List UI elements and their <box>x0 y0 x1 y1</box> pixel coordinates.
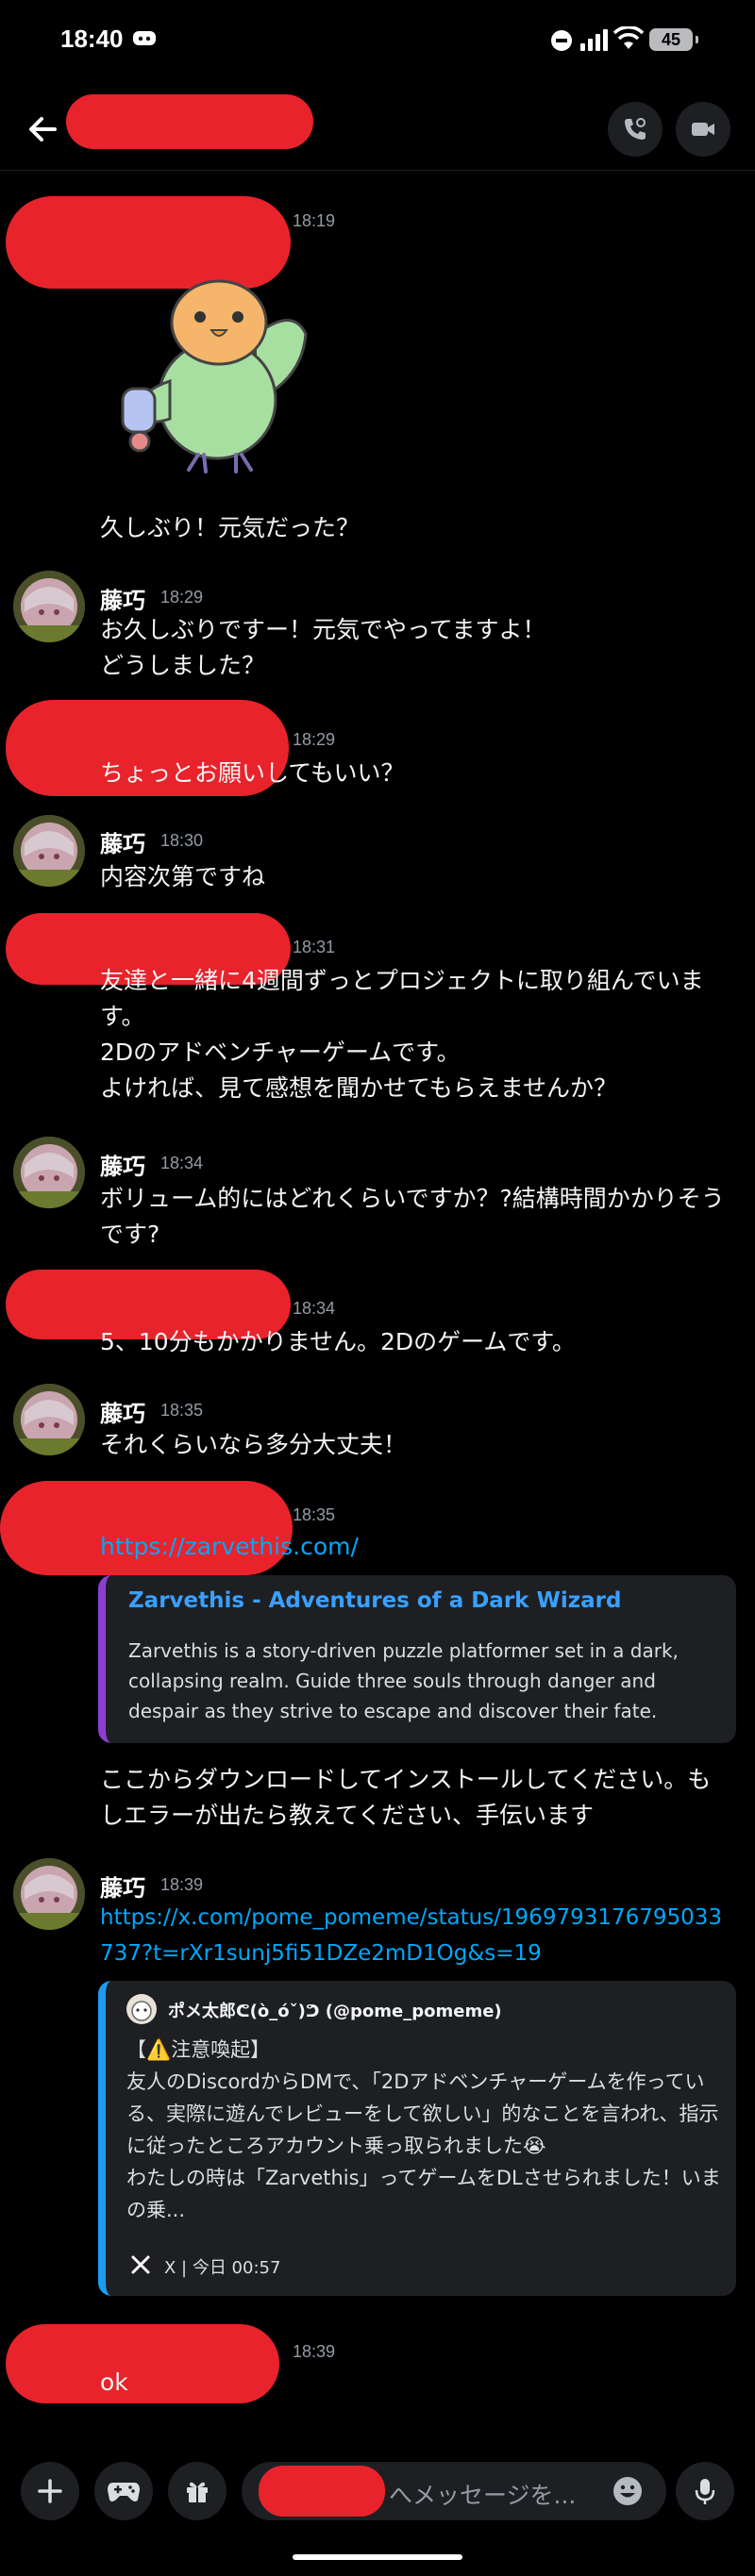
video-call-button[interactable] <box>676 102 730 157</box>
message-time: 18:34 <box>160 1154 204 1172</box>
username[interactable]: 藤巧 <box>100 1870 145 1903</box>
microphone-icon <box>695 2479 715 2504</box>
message-text: 久しぶり！元気だった？ <box>100 514 361 541</box>
home-indicator <box>293 2554 462 2560</box>
message-text: ok <box>100 2368 128 2396</box>
avatar[interactable] <box>13 571 85 642</box>
username[interactable]: 藤巧 <box>100 825 145 858</box>
activities-button[interactable] <box>94 2462 153 2520</box>
redacted-channel-name <box>259 2466 385 2517</box>
message-time: 18:29 <box>293 730 336 749</box>
parakeet-sticker[interactable] <box>113 268 315 483</box>
message-text: 友達と一緒に4週間ずっとプロジェクトに取り組んでいます。 2Dのアドベンチャーゲ… <box>100 967 704 1102</box>
message-time: 18:35 <box>293 1505 336 1524</box>
emoji-icon[interactable] <box>612 2475 644 2507</box>
status-time: 18:40 <box>60 25 124 53</box>
voice-call-button[interactable] <box>608 102 663 157</box>
message-text: それくらいなら多分大丈夫！ <box>100 1431 408 1458</box>
username[interactable]: 藤巧 <box>100 1148 145 1181</box>
video-call-icon <box>692 123 714 136</box>
message-time: 18:30 <box>160 831 204 850</box>
message-text: ちょっとお願いしてもいい？ <box>100 759 405 787</box>
message-input[interactable]: へメッセージを... <box>242 2462 666 2520</box>
message-time: 18:39 <box>293 2342 336 2361</box>
avatar[interactable] <box>13 1384 85 1455</box>
message-text: ここからダウンロードしてインストールしてください。もしエラーが出たら教えてくださ… <box>100 1766 712 1829</box>
tweet-footer: X | 今日 00:57 <box>164 2258 281 2278</box>
battery-indicator: 45 <box>649 28 698 51</box>
message-time: 18:19 <box>293 211 336 230</box>
message-text: 内容次第ですね <box>100 863 266 890</box>
gift-button[interactable] <box>168 2462 226 2520</box>
message-time: 18:35 <box>160 1401 204 1420</box>
message-link[interactable]: https://zarvethis.com/ <box>100 1529 732 1565</box>
back-arrow-icon[interactable] <box>23 109 62 149</box>
tweet-author[interactable]: ポメ太郎ᕦ(ò_óˇ)ᕤ (@pome_pomeme) <box>168 1998 502 2022</box>
embed-title[interactable]: Zarvethis - Adventures of a Dark Wizard <box>128 1588 621 1613</box>
discord-notification-icon <box>132 28 157 47</box>
message-time: 18:29 <box>160 588 204 607</box>
message-placeholder: へメッセージを... <box>389 2482 577 2509</box>
tweet-embed[interactable]: ポメ太郎ᕦ(ò_óˇ)ᕤ (@pome_pomeme) 【⚠️注意喚起】 友人の… <box>98 1981 736 2296</box>
x-logo-icon <box>130 2254 151 2275</box>
voice-message-button[interactable] <box>676 2462 734 2520</box>
do-not-disturb-icon <box>551 30 572 51</box>
gamepad-icon <box>108 2483 140 2501</box>
voice-call-icon <box>625 118 646 140</box>
message-time: 18:31 <box>293 938 336 956</box>
message-text: ボリューム的にはどれくらいですか？?結構時間かかりそうです? <box>100 1185 725 1248</box>
tweet-author-avatar[interactable] <box>126 1994 157 2024</box>
embed-description: Zarvethis is a story-driven puzzle platf… <box>128 1639 679 1722</box>
message-time: 18:34 <box>293 1299 336 1318</box>
signal-icon <box>579 28 608 51</box>
header-divider <box>0 170 755 171</box>
wifi-icon <box>612 25 645 51</box>
avatar[interactable] <box>13 1858 85 1930</box>
plus-icon <box>38 2479 62 2503</box>
username[interactable]: 藤巧 <box>100 582 145 615</box>
avatar[interactable] <box>13 1137 85 1208</box>
tweet-text: 【⚠️注意喚起】 友人のDiscordからDMで、「2Dアドベンチャーゲームを作… <box>126 2038 721 2221</box>
message-link[interactable]: https://x.com/pome_pomeme/status/1969793… <box>100 1900 732 1971</box>
username[interactable]: 藤巧 <box>100 1395 145 1428</box>
avatar[interactable] <box>13 815 85 887</box>
message-text: お久しぶりですー！元気でやってますよ！ どうしました？ <box>100 616 546 679</box>
link-embed[interactable]: Zarvethis - Adventures of a Dark Wizard … <box>98 1575 736 1743</box>
message-text: 5、10分もかかりません。2Dのゲームです。 <box>100 1328 576 1355</box>
message-time: 18:39 <box>160 1875 204 1894</box>
gift-icon <box>187 2482 208 2502</box>
redacted-channel-name <box>66 94 313 149</box>
add-attachment-button[interactable] <box>21 2462 79 2520</box>
